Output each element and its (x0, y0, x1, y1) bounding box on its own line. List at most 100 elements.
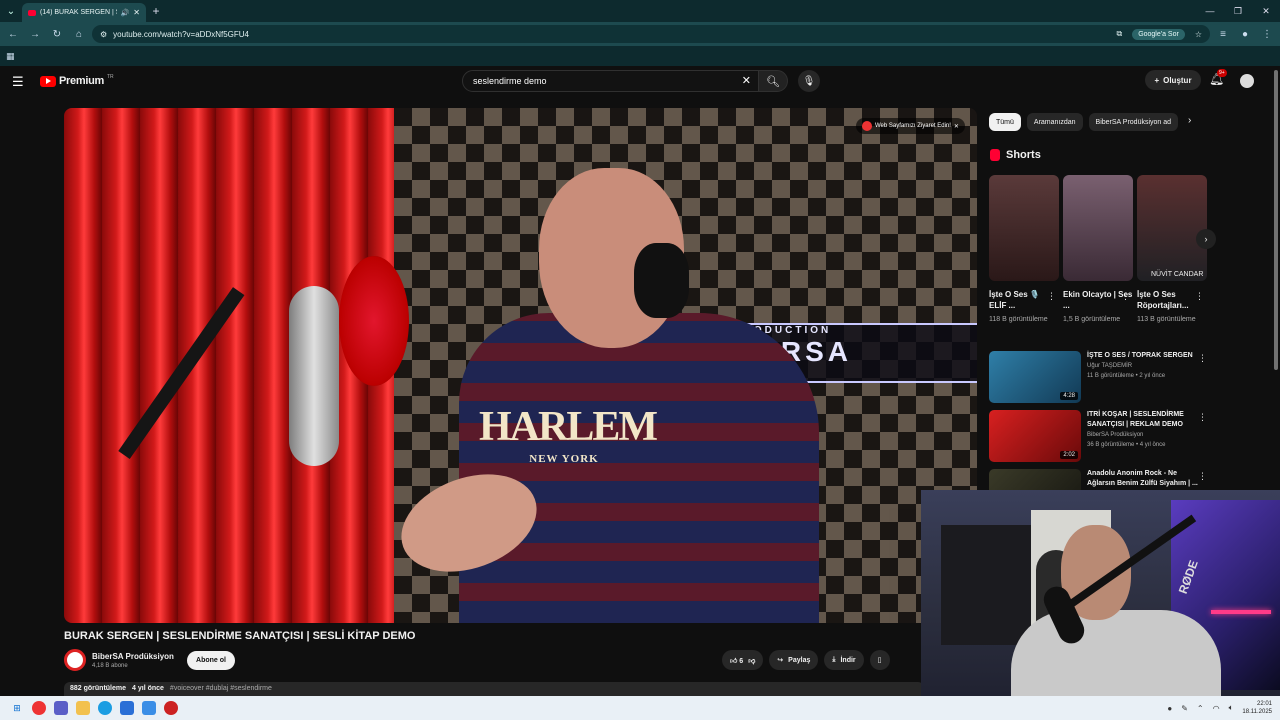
more-options-icon[interactable]: ⋮ (1198, 471, 1207, 482)
browser-menu-icon[interactable]: ⋮ (1258, 25, 1276, 43)
video-title-link[interactable]: ITRİ KOŞAR | SESLENDİRME SANATÇISI | REK… (1087, 410, 1199, 430)
video-duration: 2:02 (1060, 451, 1078, 459)
video-title-link[interactable]: Anadolu Anonim Rock - Ne Ağlarsın Benim … (1087, 469, 1199, 489)
url-field[interactable]: ⚙ youtube.com/watch?v=aDDxNf5GFU4 ⧉ Goog… (92, 25, 1210, 43)
save-button[interactable]: ▯ (869, 650, 890, 670)
short-thumbnail[interactable] (1063, 175, 1133, 281)
short-item[interactable]: NÜVİT CANDAR İşte O Ses Röportajları... … (1137, 175, 1207, 325)
reload-icon[interactable]: ↻ (48, 25, 66, 43)
short-item[interactable]: İşte O Ses 🎙️ ELİF ... ⋮ 118 B görüntüle… (989, 175, 1059, 325)
more-options-icon[interactable]: ⋮ (1195, 291, 1204, 302)
store-icon[interactable] (120, 701, 134, 715)
close-tab-icon[interactable]: ✕ (133, 8, 140, 17)
clear-search-icon[interactable]: ✕ (742, 74, 751, 87)
bookmark-star-icon[interactable]: ☆ (1195, 30, 1202, 39)
search-button[interactable]: 🔍︎ (758, 70, 788, 92)
more-options-icon[interactable]: ⋮ (1198, 353, 1207, 364)
channel-name[interactable]: BiberSA Prodüksiyon (1087, 430, 1199, 440)
chip-from-search[interactable]: Aramanızdan (1026, 113, 1083, 131)
browser-tab[interactable]: (14) BURAK SERGEN | SESLENDİRME SANATÇIS… (22, 3, 146, 22)
system-tray: ● ✎ ⌃ ◠ 🔈︎ 22:01 18.11.2025 (1167, 696, 1272, 720)
shorts-next-button[interactable]: › (1196, 229, 1216, 249)
chevron-up-icon[interactable]: ⌃ (1197, 704, 1204, 713)
video-title-link[interactable]: İŞTE O SES / TOPRAK SERGEN (1087, 351, 1199, 361)
home-icon[interactable]: ⌂ (70, 25, 88, 43)
file-explorer-icon[interactable] (76, 701, 90, 715)
chevron-right-icon[interactable]: › (1188, 115, 1191, 126)
minimize-icon[interactable]: — (1196, 0, 1224, 22)
subscribe-button[interactable]: Abone ol (187, 651, 235, 670)
short-thumbnail[interactable] (989, 175, 1059, 281)
webcam-overlay: RØDE (921, 490, 1280, 696)
channel-name[interactable]: Uğur TAŞDEMİR (1087, 361, 1199, 371)
forward-icon[interactable]: → (26, 25, 44, 43)
channel-name[interactable]: BiberSA Prodüksiyon (92, 652, 174, 661)
hashtags[interactable]: #voiceover #dublaj #seslendirme (170, 685, 272, 693)
more-options-icon[interactable]: ⋮ (1121, 291, 1130, 302)
tray-app-icon[interactable]: ● (1167, 704, 1172, 713)
teams-icon[interactable] (54, 701, 68, 715)
clock[interactable]: 22:01 18.11.2025 (1242, 700, 1272, 716)
edge-icon[interactable] (98, 701, 112, 715)
streamer-body (1011, 610, 1221, 696)
bookshelf (941, 525, 1031, 645)
maximize-icon[interactable]: ❐ (1224, 0, 1252, 22)
page-scrollbar-thumb[interactable] (1274, 70, 1278, 370)
short-item[interactable]: Ekin Olcayto | Ses ... ⋮ 1,5 B görüntüle… (1063, 175, 1133, 325)
account-avatar[interactable] (1240, 74, 1254, 88)
address-bar: ← → ↻ ⌂ ⚙ youtube.com/watch?v=aDDxNf5GFU… (0, 22, 1280, 46)
website-overlay-link[interactable]: Web Sayfamızı Ziyaret Edin! ✕ (856, 118, 965, 134)
close-window-icon[interactable]: ✕ (1252, 0, 1280, 22)
more-options-icon[interactable]: ⋮ (1047, 291, 1056, 302)
bookmarks-bar: ▦ (0, 46, 1280, 66)
hamburger-menu-icon[interactable]: ☰ (12, 74, 24, 90)
like-button[interactable]: 👍︎ 6 (730, 656, 743, 665)
voice-search-button[interactable]: 🎙︎ (798, 70, 820, 92)
video-thumbnail[interactable]: 4:28 (989, 351, 1081, 403)
windows-start-icon[interactable]: ⊞ (10, 701, 24, 715)
profile-icon[interactable]: ● (1236, 25, 1254, 43)
vpn-icon[interactable] (142, 701, 156, 715)
led-strip (1211, 610, 1271, 614)
wifi-icon[interactable]: ◠ (1213, 704, 1220, 713)
short-thumbnail[interactable]: NÜVİT CANDAR (1137, 175, 1207, 281)
chip-all[interactable]: Tümü (989, 113, 1021, 131)
dislike-button[interactable]: 👎︎ (748, 656, 755, 665)
video-thumbnail[interactable]: 2:02 (989, 410, 1081, 462)
site-info-icon[interactable]: ⚙ (100, 30, 107, 39)
short-views: 118 B görüntüleme (989, 316, 1048, 323)
download-button[interactable]: ⤓ İndir (824, 650, 864, 670)
volume-icon[interactable]: 🔈︎ (1229, 703, 1234, 713)
chrome-icon[interactable] (32, 701, 46, 715)
reading-list-icon[interactable]: ≡ (1214, 25, 1232, 43)
chevron-right-icon: › (1204, 234, 1208, 244)
new-tab-button[interactable]: + (146, 4, 166, 18)
youtube-logo[interactable]: Premium TR (40, 74, 114, 87)
shorts-header: Shorts (990, 149, 1041, 161)
back-icon[interactable]: ← (4, 25, 22, 43)
audio-icon[interactable]: 🔊 (121, 9, 130, 17)
list-item[interactable]: 2:02 ITRİ KOŞAR | SESLENDİRME SANATÇISI … (989, 410, 1219, 466)
install-icon[interactable]: ⧉ (1116, 29, 1122, 39)
pen-icon[interactable]: ✎ (1181, 704, 1188, 713)
overlay-close-icon[interactable]: ✕ (954, 123, 959, 130)
google-ask-button[interactable]: Google'a Sor (1132, 28, 1185, 40)
list-item[interactable]: 4:28 İŞTE O SES / TOPRAK SERGEN Uğur TAŞ… (989, 351, 1219, 407)
share-label: Paylaş (788, 656, 811, 664)
video-player[interactable]: PRODUCTION BERSA HARLEM NEW YORK Web Say… (64, 108, 977, 623)
tab-search-icon[interactable]: ⌄ (0, 0, 22, 22)
create-button[interactable]: + Oluştur (1145, 70, 1201, 90)
channel-avatar[interactable] (64, 649, 86, 671)
share-button[interactable]: ↪ Paylaş (769, 650, 819, 670)
red-curtain (64, 108, 394, 623)
shorts-shelf: İşte O Ses 🎙️ ELİF ... ⋮ 118 B görüntüle… (989, 175, 1207, 325)
search-input[interactable]: seslendirme demo ✕ (462, 70, 760, 92)
app-icon[interactable] (164, 701, 178, 715)
overlay-label: Web Sayfamızı Ziyaret Edin! (875, 123, 951, 129)
thumbs-down-icon: 👎︎ (748, 657, 756, 665)
more-options-icon[interactable]: ⋮ (1198, 412, 1207, 423)
notifications-button[interactable]: 🔔︎ 9+ (1209, 69, 1227, 86)
apps-grid-icon[interactable]: ▦ (6, 51, 15, 62)
chip-channel[interactable]: BiberSA Prodüksiyon ad (1088, 113, 1179, 131)
description-box[interactable]: 882 görüntüleme 4 yıl önce #voiceover #d… (64, 682, 924, 696)
